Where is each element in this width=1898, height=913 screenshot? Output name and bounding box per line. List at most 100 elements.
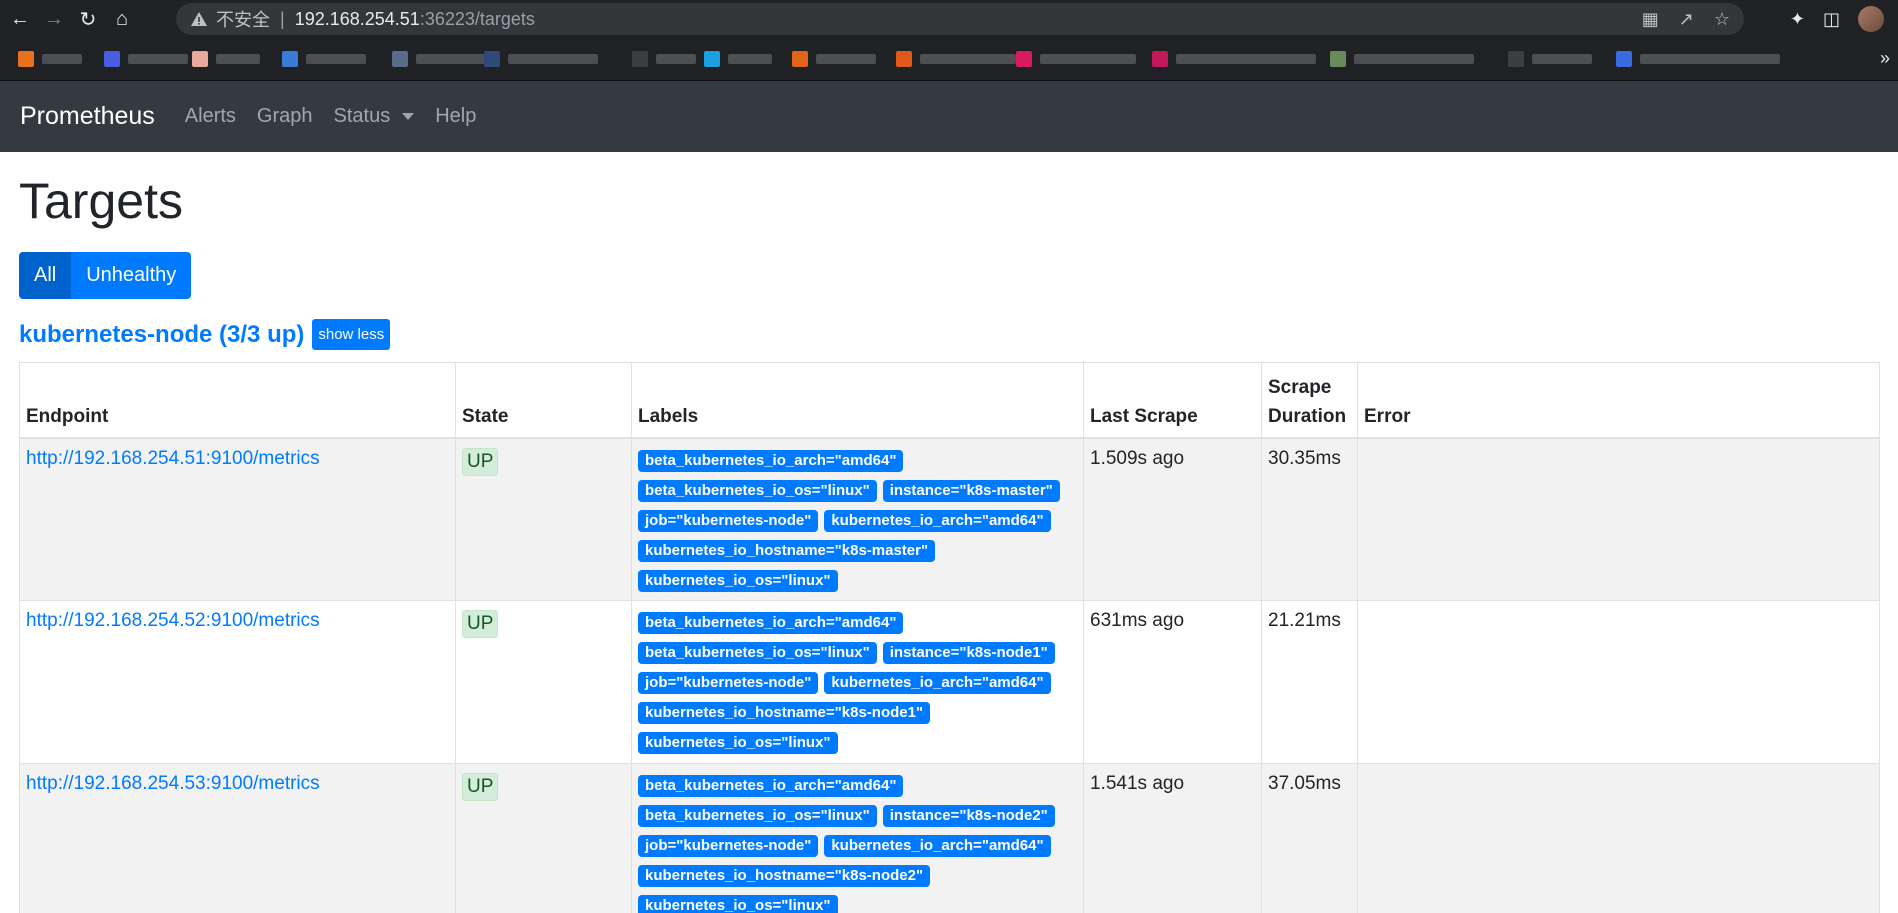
bookmark-item[interactable] <box>484 50 598 68</box>
targets-table: Endpoint State Labels Last Scrape Scrape… <box>19 362 1880 913</box>
last-scrape-cell: 1.509s ago <box>1083 437 1262 601</box>
scrape-duration-cell: 37.05ms <box>1261 763 1358 913</box>
last-scrape-cell: 631ms ago <box>1083 600 1262 764</box>
bookmark-item[interactable] <box>704 50 772 68</box>
column-header-state: State <box>455 362 632 439</box>
table-row: http://192.168.254.53:9100/metrics UP be… <box>19 763 1880 913</box>
label-badge: instance="k8s-master" <box>882 479 1060 502</box>
url-path: :36223/targets <box>419 8 535 29</box>
nav-status-dropdown[interactable]: Status <box>334 105 415 128</box>
bookmark-item[interactable] <box>104 50 188 68</box>
reload-icon[interactable]: ↻ <box>74 5 102 33</box>
endpoint-link[interactable]: http://192.168.254.52:9100/metrics <box>26 610 320 631</box>
state-cell: UP <box>455 763 632 913</box>
brand-link[interactable]: Prometheus <box>20 102 155 131</box>
avatar[interactable] <box>1858 6 1884 32</box>
label-badge: kubernetes_io_arch="amd64" <box>824 672 1051 694</box>
label-badge: beta_kubernetes_io_os="linux" <box>638 642 877 664</box>
share-icon[interactable]: ↗ <box>1679 9 1694 30</box>
bookmark-star-icon[interactable]: ☆ <box>1714 9 1730 30</box>
error-cell <box>1357 763 1880 913</box>
url-host: 192.168.254.51 <box>294 8 420 29</box>
column-header-last-scrape: Last Scrape <box>1083 362 1262 439</box>
endpoint-cell: http://192.168.254.52:9100/metrics <box>19 600 456 764</box>
column-header-endpoint: Endpoint <box>19 362 456 439</box>
bookmark-item[interactable] <box>792 50 876 68</box>
column-header-labels: Labels <box>631 362 1084 439</box>
nav-help[interactable]: Help <box>435 105 476 128</box>
bookmark-item[interactable] <box>1016 50 1136 68</box>
label-badge: kubernetes_io_arch="amd64" <box>824 835 1051 857</box>
bookmark-item[interactable] <box>392 50 486 68</box>
bookmark-item[interactable] <box>18 50 82 68</box>
extensions-icon[interactable]: ✦ <box>1790 9 1805 30</box>
table-row: http://192.168.254.52:9100/metrics UP be… <box>19 600 1880 764</box>
label-badge: beta_kubernetes_io_arch="amd64" <box>638 449 904 472</box>
state-cell: UP <box>455 437 632 601</box>
label-badge: instance="k8s-node2" <box>882 805 1055 827</box>
warning-icon <box>190 10 208 28</box>
bookmark-item[interactable] <box>192 50 260 68</box>
label-badge: kubernetes_io_hostname="k8s-master" <box>638 539 936 562</box>
column-header-error: Error <box>1357 362 1880 439</box>
app-navbar: Prometheus Alerts Graph Status Help <box>0 81 1898 152</box>
show-less-button[interactable]: show less <box>312 319 391 350</box>
state-cell: UP <box>455 600 632 764</box>
translate-icon[interactable]: ▦ <box>1642 9 1659 30</box>
bookmark-item[interactable] <box>1508 50 1592 68</box>
labels-cell: beta_kubernetes_io_arch="amd64" beta_kub… <box>631 763 1084 913</box>
job-header: kubernetes-node (3/3 up) show less <box>19 319 391 350</box>
endpoint-link[interactable]: http://192.168.254.53:9100/metrics <box>26 773 320 794</box>
scrape-duration-cell: 30.35ms <box>1261 437 1358 601</box>
label-badge: kubernetes_io_arch="amd64" <box>824 509 1051 532</box>
endpoint-link[interactable]: http://192.168.254.51:9100/metrics <box>26 448 320 469</box>
filter-button-group: All Unhealthy <box>19 252 192 299</box>
job-name-link[interactable]: kubernetes-node (3/3 up) <box>19 321 304 349</box>
label-badge: kubernetes_io_os="linux" <box>638 569 838 592</box>
bookmark-item[interactable] <box>896 50 1016 68</box>
labels-cell: beta_kubernetes_io_arch="amd64" beta_kub… <box>631 600 1084 764</box>
endpoint-cell: http://192.168.254.51:9100/metrics <box>19 437 456 601</box>
label-badge: instance="k8s-node1" <box>882 642 1055 664</box>
bookmark-item[interactable] <box>632 50 696 68</box>
url-separator: | <box>280 8 285 29</box>
label-badge: job="kubernetes-node" <box>638 672 819 694</box>
nav-graph[interactable]: Graph <box>257 105 313 128</box>
insecure-label: 不安全 <box>216 10 270 31</box>
status-badge: UP <box>462 610 499 638</box>
labels-cell: beta_kubernetes_io_arch="amd64" beta_kub… <box>631 437 1084 601</box>
side-panel-icon[interactable]: ◫ <box>1823 9 1840 30</box>
label-badge: kubernetes_io_hostname="k8s-node2" <box>638 865 931 887</box>
label-badge: job="kubernetes-node" <box>638 835 819 857</box>
label-badge: kubernetes_io_os="linux" <box>638 895 838 913</box>
forward-icon[interactable]: → <box>40 5 68 33</box>
chevron-down-icon <box>402 113 415 120</box>
bookmark-item[interactable] <box>1152 50 1316 68</box>
label-badge: kubernetes_io_hostname="k8s-node1" <box>638 702 931 724</box>
error-cell <box>1357 437 1880 601</box>
last-scrape-cell: 1.541s ago <box>1083 763 1262 913</box>
scrape-duration-cell: 21.21ms <box>1261 600 1358 764</box>
status-badge: UP <box>462 773 499 801</box>
home-icon[interactable]: ⌂ <box>108 5 136 33</box>
filter-all-button[interactable]: All <box>19 252 72 299</box>
browser-toolbar: ← → ↻ ⌂ 不安全 | 192.168.254.51:36223/targe… <box>0 0 1898 38</box>
error-cell <box>1357 600 1880 764</box>
page-title: Targets <box>19 173 183 229</box>
bookmark-item[interactable] <box>1330 50 1474 68</box>
label-badge: beta_kubernetes_io_arch="amd64" <box>638 775 904 797</box>
bookmarks-more-icon[interactable]: » <box>1880 48 1890 69</box>
status-badge: UP <box>462 447 499 476</box>
filter-unhealthy-button[interactable]: Unhealthy <box>71 252 192 299</box>
endpoint-cell: http://192.168.254.53:9100/metrics <box>19 763 456 913</box>
column-header-scrape-duration: Scrape Duration <box>1261 362 1358 439</box>
table-row: http://192.168.254.51:9100/metrics UP be… <box>19 437 1880 601</box>
bookmark-item[interactable] <box>1616 50 1780 68</box>
nav-alerts[interactable]: Alerts <box>185 105 236 128</box>
address-bar[interactable]: 不安全 | 192.168.254.51:36223/targets ▦ ↗ ☆ <box>176 3 1744 35</box>
table-header-row: Endpoint State Labels Last Scrape Scrape… <box>19 362 1880 439</box>
back-icon[interactable]: ← <box>6 5 34 33</box>
label-badge: kubernetes_io_os="linux" <box>638 732 838 754</box>
bookmark-item[interactable] <box>282 50 366 68</box>
label-badge: job="kubernetes-node" <box>638 509 819 532</box>
